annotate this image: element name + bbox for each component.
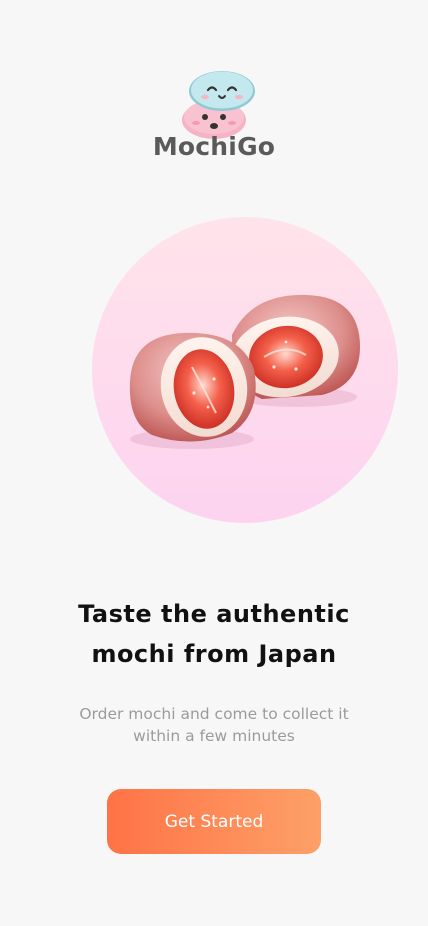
onboarding-headline: Taste the authentic mochi from Japan (0, 594, 428, 674)
mochi-stack-icon (182, 71, 255, 139)
strawberry-mochi-image (129, 294, 360, 449)
subtitle-line-1: Order mochi and come to collect it (79, 705, 349, 723)
brand-name: MochiGo (152, 132, 276, 161)
app-logo: MochiGo (0, 60, 428, 170)
get-started-button[interactable]: Get Started (107, 789, 321, 854)
onboarding-subtitle: Order mochi and come to collect it withi… (64, 703, 364, 747)
subtitle-line-2: within a few minutes (133, 727, 295, 745)
hero-circle (92, 217, 398, 523)
headline-line-1: Taste the authentic (78, 600, 350, 628)
headline-line-2: mochi from Japan (91, 640, 337, 668)
